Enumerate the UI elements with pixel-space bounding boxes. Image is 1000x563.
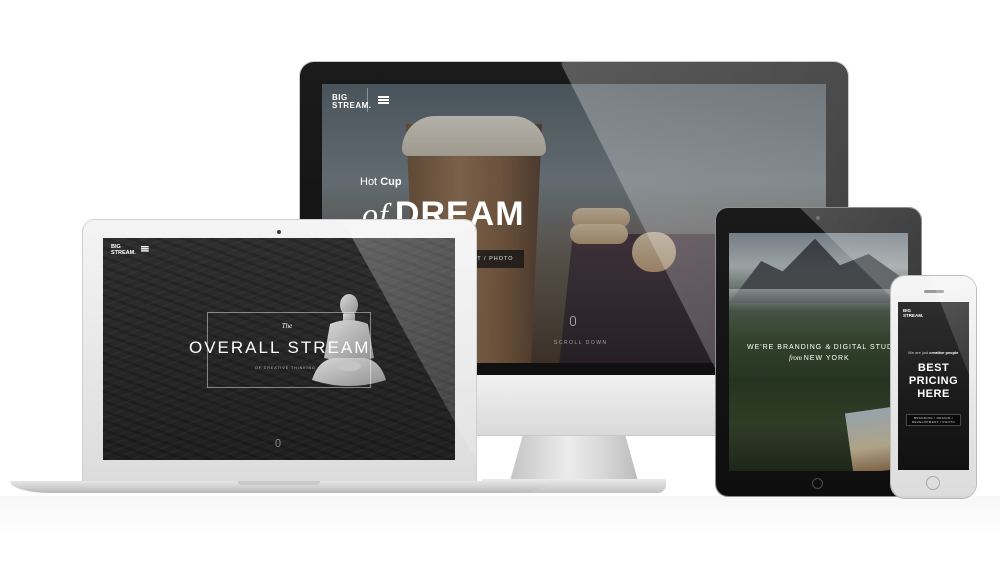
- phone-services-line2: DEVELOPMENT / PHOTO: [911, 420, 956, 424]
- hero-tagline-bold: Cup: [380, 176, 402, 188]
- hero-pre-title: The: [281, 322, 293, 330]
- site-logo-line2: STREAM.: [332, 101, 372, 110]
- hero-tagline: Hot Cup: [360, 176, 402, 188]
- hamburger-menu-icon[interactable]: [141, 246, 149, 252]
- hero-subtitle: OF CREATIVE THINKING: [255, 366, 316, 370]
- phone-tagline-bold: creative people: [929, 350, 959, 355]
- site-logo-line2: STREAM.: [111, 250, 136, 256]
- laptop-screen: BIG STREAM. The OVERALL STREAM OF CREATI…: [103, 238, 455, 460]
- studio-tagline-a: WE'RE BRANDING: [747, 344, 826, 351]
- studio-location-from: from: [789, 354, 804, 362]
- imac-stand-neck: [510, 435, 638, 481]
- phone-screen: BIG STREAM. We are just creative people …: [898, 302, 969, 470]
- studio-location: from NEW YORK: [789, 354, 850, 362]
- device-mockup-stage: BIG STREAM. Hot Cup of DREAM MENT / PHOTO…: [0, 0, 1000, 563]
- phone-headline-line3: HERE: [917, 388, 950, 400]
- phone-tagline-regular: We are just: [908, 350, 930, 355]
- header-divider: [367, 88, 368, 112]
- mouse-scroll-icon[interactable]: [275, 439, 281, 447]
- floor-reflection: [0, 496, 1000, 563]
- tablet-camera: [816, 216, 820, 220]
- phone-home-button[interactable]: [926, 476, 940, 490]
- site-logo[interactable]: BIG STREAM.: [111, 244, 136, 256]
- studio-location-city: NEW YORK: [803, 355, 850, 362]
- site-logo[interactable]: BIG STREAM.: [332, 94, 372, 110]
- phone-headline: BEST PRICING HERE: [902, 362, 965, 401]
- tablet-screen: WE'RE BRANDING & DIGITAL STUDIO from NEW…: [729, 233, 908, 471]
- site-logo-line2: STREAM.: [903, 313, 924, 318]
- site-logo[interactable]: BIG STREAM.: [903, 308, 923, 318]
- phone-headline-line2: PRICING: [908, 375, 959, 387]
- tablet-home-button[interactable]: [812, 478, 823, 489]
- phone-tagline: We are just creative people: [908, 350, 958, 355]
- laptop-camera: [277, 230, 281, 234]
- mouse-scroll-icon[interactable]: [570, 316, 576, 326]
- scroll-down-label[interactable]: SCROLL DOWN: [554, 340, 608, 346]
- laptop-hinge-notch: [238, 481, 320, 485]
- hamburger-menu-icon[interactable]: [378, 96, 389, 104]
- phone-services-button[interactable]: BRANDING / DESIGN / DEVELOPMENT / PHOTO: [906, 414, 961, 426]
- hero-tagline-regular: Hot: [360, 176, 381, 188]
- tablet-hero-overlay: [729, 233, 908, 471]
- studio-tagline: WE'RE BRANDING & DIGITAL STUDIO: [747, 343, 902, 351]
- phone-speaker: [924, 290, 944, 293]
- hero-title: OVERALL STREAM: [189, 338, 371, 357]
- phone-headline-line1: BEST: [917, 362, 950, 374]
